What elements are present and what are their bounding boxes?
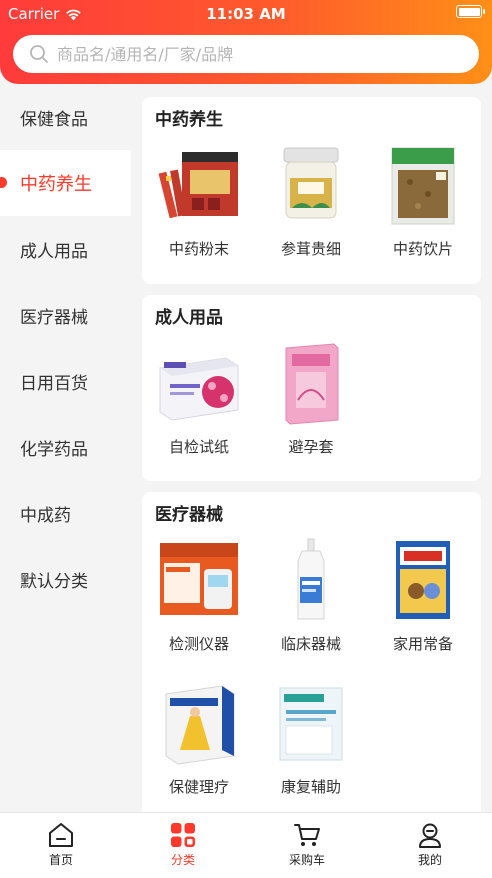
sidebar-item-label: 中药养生 [20, 174, 92, 195]
category-content: 中药养生 中药粉末 参茸贵细 中药饮片 成人用品 自检试纸 避孕套 医疗器械 检… [131, 84, 492, 812]
rehab-bag-icon [279, 687, 343, 761]
sidebar-item-medical-devices[interactable]: 医疗器械 [0, 282, 131, 348]
medical-bottle-icon [297, 538, 325, 620]
ginseng-jar-icon [283, 147, 339, 219]
section-title: 成人用品 [155, 308, 223, 328]
product-item[interactable]: 自检试纸 [144, 340, 254, 457]
tab-home[interactable]: 首页 [21, 821, 101, 868]
product-item[interactable]: 中药粉末 [144, 142, 254, 259]
sidebar-item-label: 成人用品 [20, 241, 88, 262]
product-label: 避孕套 [288, 438, 334, 456]
section-card-medical: 医疗器械 检测仪器 临床器械 家用常备 保健理疗 康复辅助 [142, 492, 481, 812]
app-header: Carrier 11:03 AM [0, 0, 492, 84]
tab-cart[interactable]: 采购车 [267, 821, 347, 868]
product-item[interactable]: 临床器械 [256, 537, 366, 654]
sidebar-item-default-category[interactable]: 默认分类 [0, 546, 131, 612]
sidebar-item-label: 化学药品 [20, 439, 88, 460]
profile-icon [419, 823, 441, 848]
product-item[interactable]: 康复辅助 [256, 680, 366, 797]
sidebar-item-health-food[interactable]: 保健食品 [0, 84, 131, 150]
tab-label: 首页 [48, 853, 73, 867]
sidebar-item-adult-products[interactable]: 成人用品 [0, 216, 131, 282]
search-input[interactable] [57, 44, 457, 64]
sidebar-item-tcm-wellness[interactable]: 中药养生 [0, 150, 131, 216]
test-strip-box-icon [159, 357, 239, 421]
product-item[interactable]: 中药饮片 [368, 142, 478, 259]
category-sidebar: 保健食品 中药养生 成人用品 医疗器械 日用百货 化学药品 中成药 默认分类 [0, 84, 131, 812]
search-bar[interactable] [13, 35, 479, 73]
sidebar-item-label: 保健食品 [20, 109, 88, 130]
home-icon [49, 823, 73, 847]
glucose-strip-box-icon [160, 543, 238, 615]
product-label: 临床器械 [280, 635, 341, 653]
section-title: 医疗器械 [155, 505, 223, 525]
battery-icon [456, 5, 485, 18]
sidebar-item-chemical-drugs[interactable]: 化学药品 [0, 414, 131, 480]
tab-label: 我的 [417, 853, 442, 867]
product-item[interactable]: 家用常备 [368, 537, 478, 654]
sidebar-item-daily-goods[interactable]: 日用百货 [0, 348, 131, 414]
sidebar-item-label: 默认分类 [20, 571, 88, 592]
product-item[interactable]: 保健理疗 [144, 680, 254, 797]
product-item[interactable]: 避孕套 [256, 340, 366, 457]
therapy-box-icon [165, 685, 235, 765]
section-card-adult: 成人用品 自检试纸 避孕套 [142, 295, 481, 481]
product-label: 保健理疗 [168, 778, 229, 796]
product-label: 家用常备 [392, 635, 453, 653]
condom-box-icon [285, 343, 339, 425]
sidebar-item-label: 医疗器械 [20, 307, 88, 328]
herbal-slices-bag-icon [391, 147, 455, 225]
search-icon [30, 45, 48, 63]
herbal-powder-box-icon [158, 152, 238, 219]
section-title: 中药养生 [155, 110, 223, 130]
section-card-tcm: 中药养生 中药粉末 参茸贵细 中药饮片 [142, 97, 481, 284]
cart-icon [294, 824, 320, 846]
sidebar-item-label: 中成药 [20, 505, 71, 526]
product-label: 中药饮片 [392, 240, 453, 258]
product-label: 检测仪器 [168, 635, 229, 653]
product-item[interactable]: 检测仪器 [144, 537, 254, 654]
sidebar-item-label: 日用百货 [20, 373, 88, 394]
bottom-tab-bar: 首页 分类 采购车 我的 [0, 812, 492, 878]
tab-profile[interactable]: 我的 [390, 821, 470, 868]
product-label: 中药粉末 [168, 240, 229, 258]
category-icon [171, 823, 195, 847]
status-bar: Carrier 11:03 AM [0, 0, 492, 26]
product-label: 康复辅助 [280, 778, 341, 796]
bandage-box-icon [396, 541, 450, 619]
product-label: 参茸贵细 [280, 240, 341, 258]
product-item[interactable]: 参茸贵细 [256, 142, 366, 259]
product-label: 自检试纸 [168, 438, 229, 456]
tab-label: 分类 [170, 853, 195, 867]
tab-label: 采购车 [288, 853, 325, 867]
status-time: 11:03 AM [206, 5, 286, 23]
sidebar-item-patent-medicine[interactable]: 中成药 [0, 480, 131, 546]
tab-category[interactable]: 分类 [143, 821, 223, 868]
